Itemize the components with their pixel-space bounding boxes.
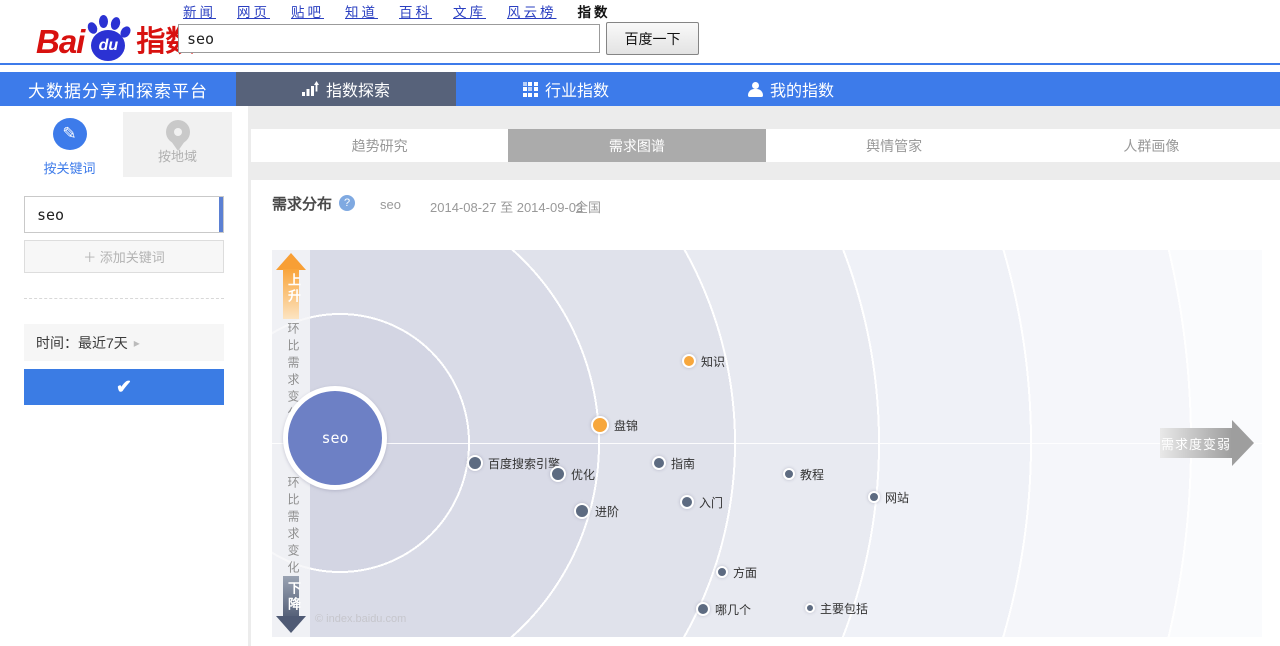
chart-point-指南[interactable] — [652, 456, 666, 470]
tab-trend-research[interactable]: 趋势研究 — [251, 129, 508, 162]
user-icon — [748, 82, 763, 97]
y-axis-down-label: 下降 — [284, 581, 303, 613]
chart-point-label: 网站 — [885, 489, 909, 506]
header-divider — [0, 63, 1280, 65]
chart-point-入门[interactable] — [680, 495, 694, 509]
sidebar-divider — [24, 298, 224, 299]
keyword-input[interactable] — [25, 197, 223, 232]
sidebar-tab-by-region[interactable]: 按地域 — [123, 112, 232, 177]
up-arrow-icon — [276, 253, 306, 270]
tab-demand-map[interactable]: 需求图谱 — [508, 129, 765, 162]
sidebar-tab-label: 按关键词 — [43, 158, 95, 177]
check-icon: ✔ — [116, 377, 132, 398]
panel-keyword: seo — [380, 197, 401, 212]
chart-point-label: 教程 — [800, 466, 824, 483]
portal-link-current[interactable]: 指数 — [578, 5, 611, 20]
main-nav: 大数据分享和探索平台 指数探索 行业指数 我的指数 — [0, 72, 1280, 106]
logo-du-text: du — [91, 30, 125, 61]
portal-link-新闻[interactable]: 新闻 — [183, 5, 216, 20]
baidu-paw-icon: du — [86, 14, 132, 62]
grid-icon — [523, 82, 538, 97]
chart-point-优化[interactable] — [550, 466, 566, 482]
chart-point-盘锦[interactable] — [591, 416, 609, 434]
help-icon[interactable]: ? — [339, 195, 355, 211]
logo-bai-text: Bai — [36, 22, 84, 62]
nav-item-label: 指数探索 — [326, 77, 390, 101]
y-axis-up-label: 上升 — [284, 273, 303, 305]
sidebar-tab-by-keyword[interactable]: ✎ 按关键词 — [16, 112, 123, 177]
nav-item-index-explore[interactable]: 指数探索 — [236, 72, 456, 106]
search-input[interactable] — [178, 24, 600, 53]
chart-point-哪几个[interactable] — [696, 602, 710, 616]
down-arrow-icon — [276, 616, 306, 633]
watermark: © index.baidu.com — [315, 613, 406, 625]
portal-link-网页[interactable]: 网页 — [237, 5, 270, 20]
tab-audience-profile[interactable]: 人群画像 — [1023, 129, 1280, 162]
keyword-input-accent — [219, 197, 223, 232]
chart-point-label: 进阶 — [595, 503, 619, 520]
add-keyword-button[interactable]: ＋ 添加关键词 — [24, 240, 224, 273]
tab-sentiment-manager[interactable]: 舆情管家 — [766, 129, 1023, 162]
bar-chart-icon — [302, 81, 319, 97]
chart-point-知识[interactable] — [682, 354, 696, 368]
chart-point-label: 优化 — [571, 466, 595, 483]
content-area: 趋势研究 需求图谱 舆情管家 人群画像 需求分布 ? seo 2014-08-2… — [251, 106, 1280, 646]
chart-point-百度搜索引擎[interactable] — [467, 455, 483, 471]
portal-link-风云榜[interactable]: 风云榜 — [507, 5, 557, 20]
chart-point-教程[interactable] — [783, 468, 795, 480]
y-axis-title-bottom: 环比需求变化 — [285, 476, 302, 578]
baidu-index-logo[interactable]: Bai du 指数 — [36, 12, 194, 62]
keyword-pencil-icon: ✎ — [53, 118, 87, 150]
location-pin-icon — [166, 120, 190, 144]
demand-panel: 需求分布 ? seo 2014-08-27 至 2014-09-02 全国 上升… — [251, 180, 1280, 646]
baidu-index-page: Bai du 指数 新闻 网页 贴吧 知道 百科 文库 风云榜 指数 百度一下 大数据分享和探… — [0, 0, 1280, 646]
keyword-input-box — [24, 196, 224, 233]
portal-link-百科[interactable]: 百科 — [399, 5, 432, 20]
chart-center-line — [272, 443, 1262, 444]
time-filter[interactable]: 时间：最近7天 ▸ — [24, 324, 224, 361]
nav-item-label: 我的指数 — [770, 77, 834, 101]
chart-point-网站[interactable] — [868, 491, 880, 503]
portal-link-知道[interactable]: 知道 — [345, 5, 378, 20]
chart-point-label: 入门 — [699, 494, 723, 511]
portal-link-贴吧[interactable]: 贴吧 — [291, 5, 324, 20]
content-tabs: 趋势研究 需求图谱 舆情管家 人群画像 — [251, 129, 1280, 162]
time-filter-label: 时间：最近7天 — [36, 333, 128, 353]
panel-region: 全国 — [575, 197, 601, 216]
chart-point-label: 主要包括 — [820, 600, 868, 617]
nav-item-label: 行业指数 — [545, 77, 609, 101]
center-keyword-bubble[interactable]: seo — [283, 386, 387, 490]
chart-point-label: 盘锦 — [614, 417, 638, 434]
demand-map-chart: 上升 环比需求变化 环比需求变化 下降 seo 需求度变弱 © index.ba… — [272, 250, 1262, 637]
confirm-button[interactable]: ✔ — [24, 369, 224, 405]
chart-point-label: 方面 — [733, 564, 757, 581]
chart-point-label: 知识 — [701, 353, 725, 370]
top-header: Bai du 指数 新闻 网页 贴吧 知道 百科 文库 风云榜 指数 百度一下 — [0, 0, 1280, 72]
x-axis-arrow: 需求度变弱 — [1160, 428, 1232, 458]
caret-right-icon: ▸ — [134, 336, 140, 350]
chart-point-label: 百度搜索引擎 — [488, 455, 560, 472]
chart-point-label: 哪几个 — [715, 601, 751, 618]
panel-date-range: 2014-08-27 至 2014-09-02 — [430, 197, 583, 216]
portal-link-文库[interactable]: 文库 — [453, 5, 486, 20]
search-button[interactable]: 百度一下 — [606, 22, 699, 55]
chart-point-主要包括[interactable] — [805, 603, 815, 613]
platform-brand: 大数据分享和探索平台 — [0, 72, 236, 106]
panel-title: 需求分布 — [272, 193, 332, 214]
nav-item-my-index[interactable]: 我的指数 — [676, 72, 906, 106]
portal-links: 新闻 网页 贴吧 知道 百科 文库 风云榜 指数 — [183, 1, 611, 19]
x-axis-label: 需求度变弱 — [1161, 434, 1231, 453]
nav-item-industry-index[interactable]: 行业指数 — [456, 72, 676, 106]
chart-point-方面[interactable] — [716, 566, 728, 578]
chart-point-进阶[interactable] — [574, 503, 590, 519]
sidebar: ✎ 按关键词 按地域 ＋ 添加关键词 时间：最近7天 ▸ ✔ — [0, 106, 248, 646]
chart-point-label: 指南 — [671, 455, 695, 472]
